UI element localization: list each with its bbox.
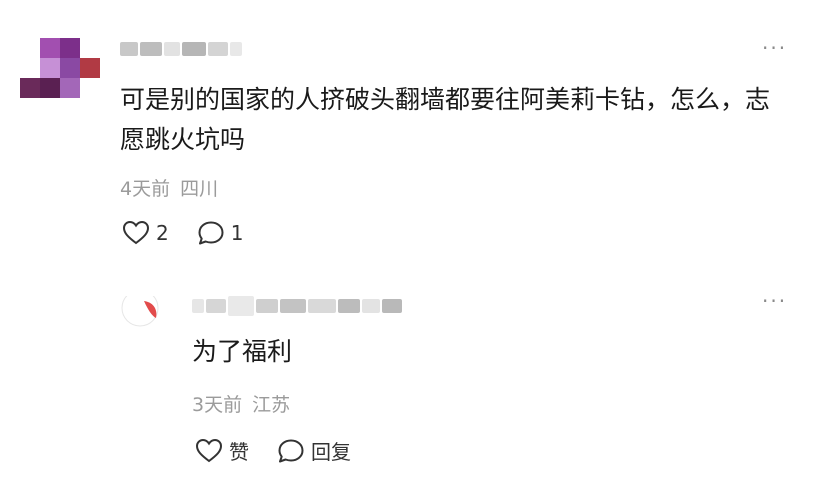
reply-reply-button[interactable]: 回复 bbox=[277, 436, 351, 465]
reply-actions: 赞 回复 bbox=[195, 436, 379, 465]
comment-text: 可是别的国家的人挤破头翻墙都要往阿美莉卡钻，怎么，志愿跳火坑吗 bbox=[120, 85, 771, 154]
reply-time: 3天前 bbox=[192, 394, 243, 416]
like-label: 赞 bbox=[229, 440, 249, 464]
more-icon: ··· bbox=[762, 36, 788, 60]
avatar[interactable] bbox=[20, 38, 100, 100]
reply-meta: 3天前 江苏 bbox=[192, 390, 290, 417]
comment-time: 4天前 bbox=[120, 178, 171, 200]
speech-bubble-icon bbox=[278, 439, 304, 462]
like-button[interactable]: 2 bbox=[122, 220, 169, 246]
reply-avatar[interactable] bbox=[118, 296, 162, 330]
reply-button[interactable]: 1 bbox=[197, 220, 244, 246]
reply-like-button[interactable]: 赞 bbox=[195, 436, 249, 465]
reply-username-blurred[interactable] bbox=[192, 296, 404, 316]
like-count: 2 bbox=[156, 221, 169, 245]
reply-label: 回复 bbox=[311, 440, 351, 464]
comment-meta: 4天前 四川 bbox=[120, 174, 218, 201]
comment-actions: 2 1 bbox=[122, 220, 271, 246]
speech-bubble-icon bbox=[198, 221, 224, 245]
username-blurred[interactable] bbox=[120, 42, 244, 56]
comment-location: 四川 bbox=[180, 178, 219, 200]
reply-count: 1 bbox=[230, 221, 244, 245]
more-icon: ··· bbox=[762, 289, 788, 313]
heart-icon bbox=[195, 438, 223, 462]
reply-text: 为了福利 bbox=[192, 337, 293, 366]
reply-location: 江苏 bbox=[252, 394, 291, 416]
heart-icon bbox=[122, 220, 150, 245]
reply-more-options-button[interactable]: ··· bbox=[762, 291, 787, 311]
more-options-button[interactable]: ··· bbox=[762, 38, 787, 58]
